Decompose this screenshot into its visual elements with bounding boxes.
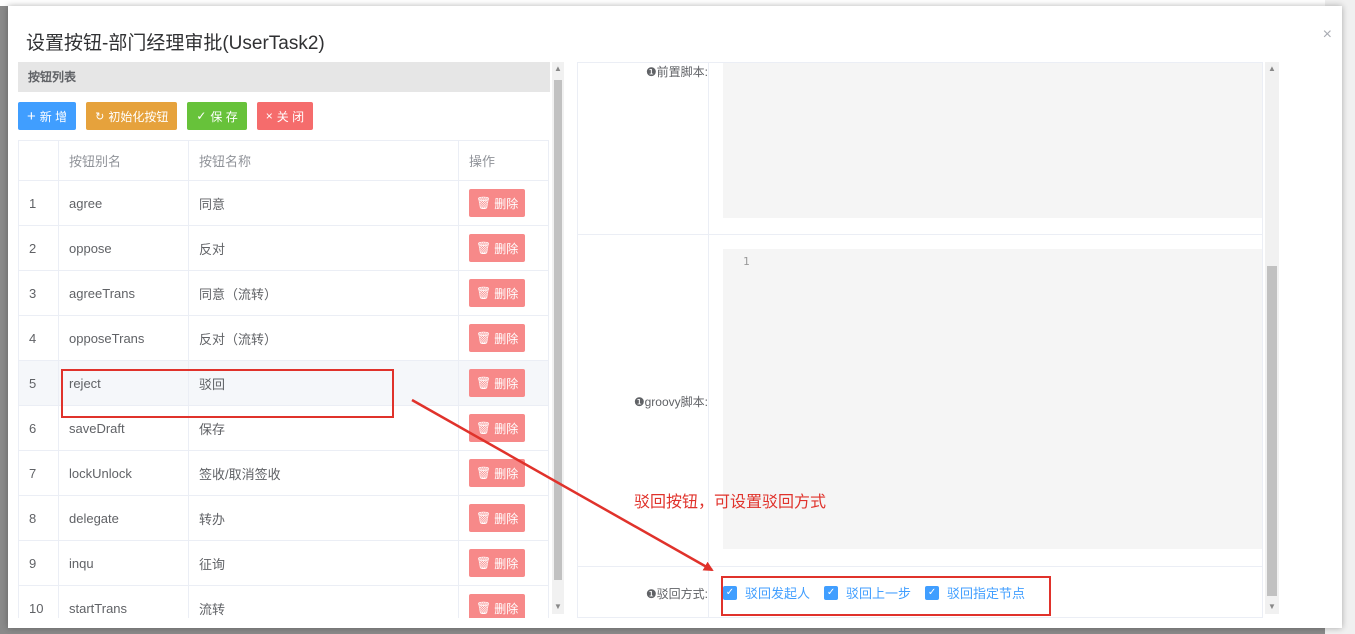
annotation-arrow-icon bbox=[411, 398, 714, 572]
